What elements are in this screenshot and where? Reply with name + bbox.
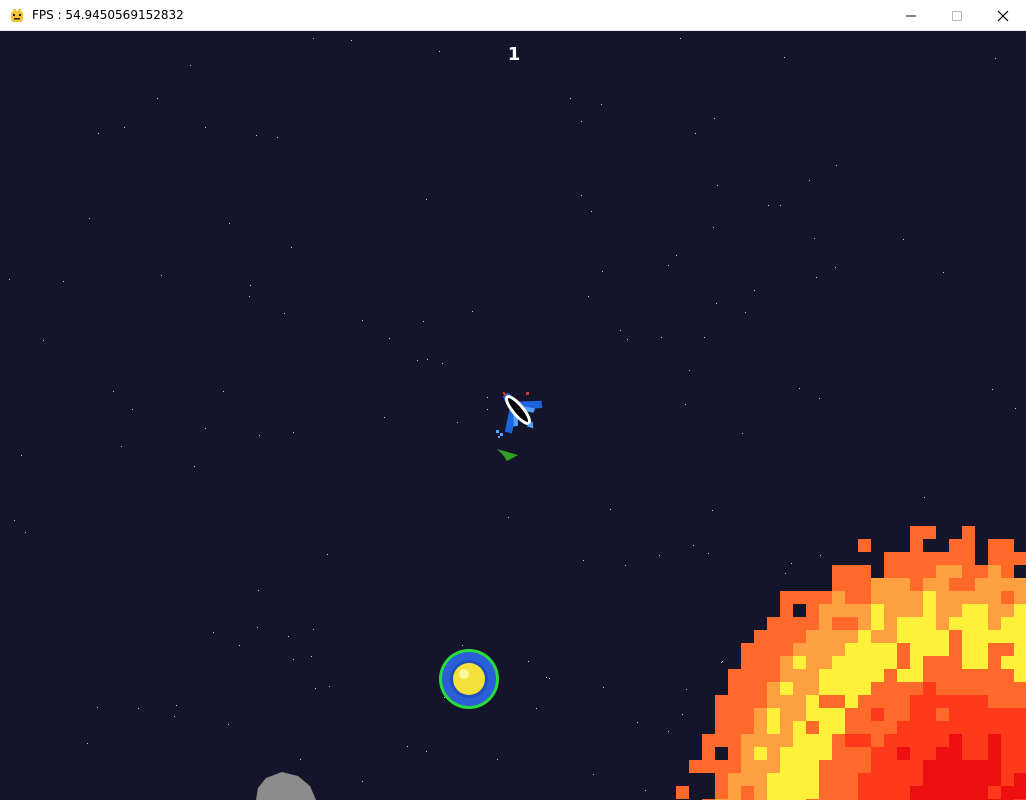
title-bar: FPS : 54.9450569152832 [0, 0, 1026, 31]
game-window: FPS : 54.9450569152832 1 [0, 0, 1026, 800]
game-canvas[interactable] [0, 31, 1026, 800]
minimize-button[interactable] [888, 0, 934, 31]
maximize-button[interactable] [934, 0, 980, 31]
score-counter: 1 [507, 44, 521, 65]
game-scene [0, 31, 1026, 800]
maximize-icon [952, 10, 962, 21]
shield-orb-powerup [439, 649, 499, 709]
close-icon [997, 10, 1009, 21]
thruster-tip [526, 392, 529, 395]
window-title: FPS : 54.9450569152832 [32, 8, 184, 22]
minimize-icon [906, 15, 916, 16]
pygame-icon [11, 9, 23, 22]
close-button[interactable] [980, 0, 1026, 31]
